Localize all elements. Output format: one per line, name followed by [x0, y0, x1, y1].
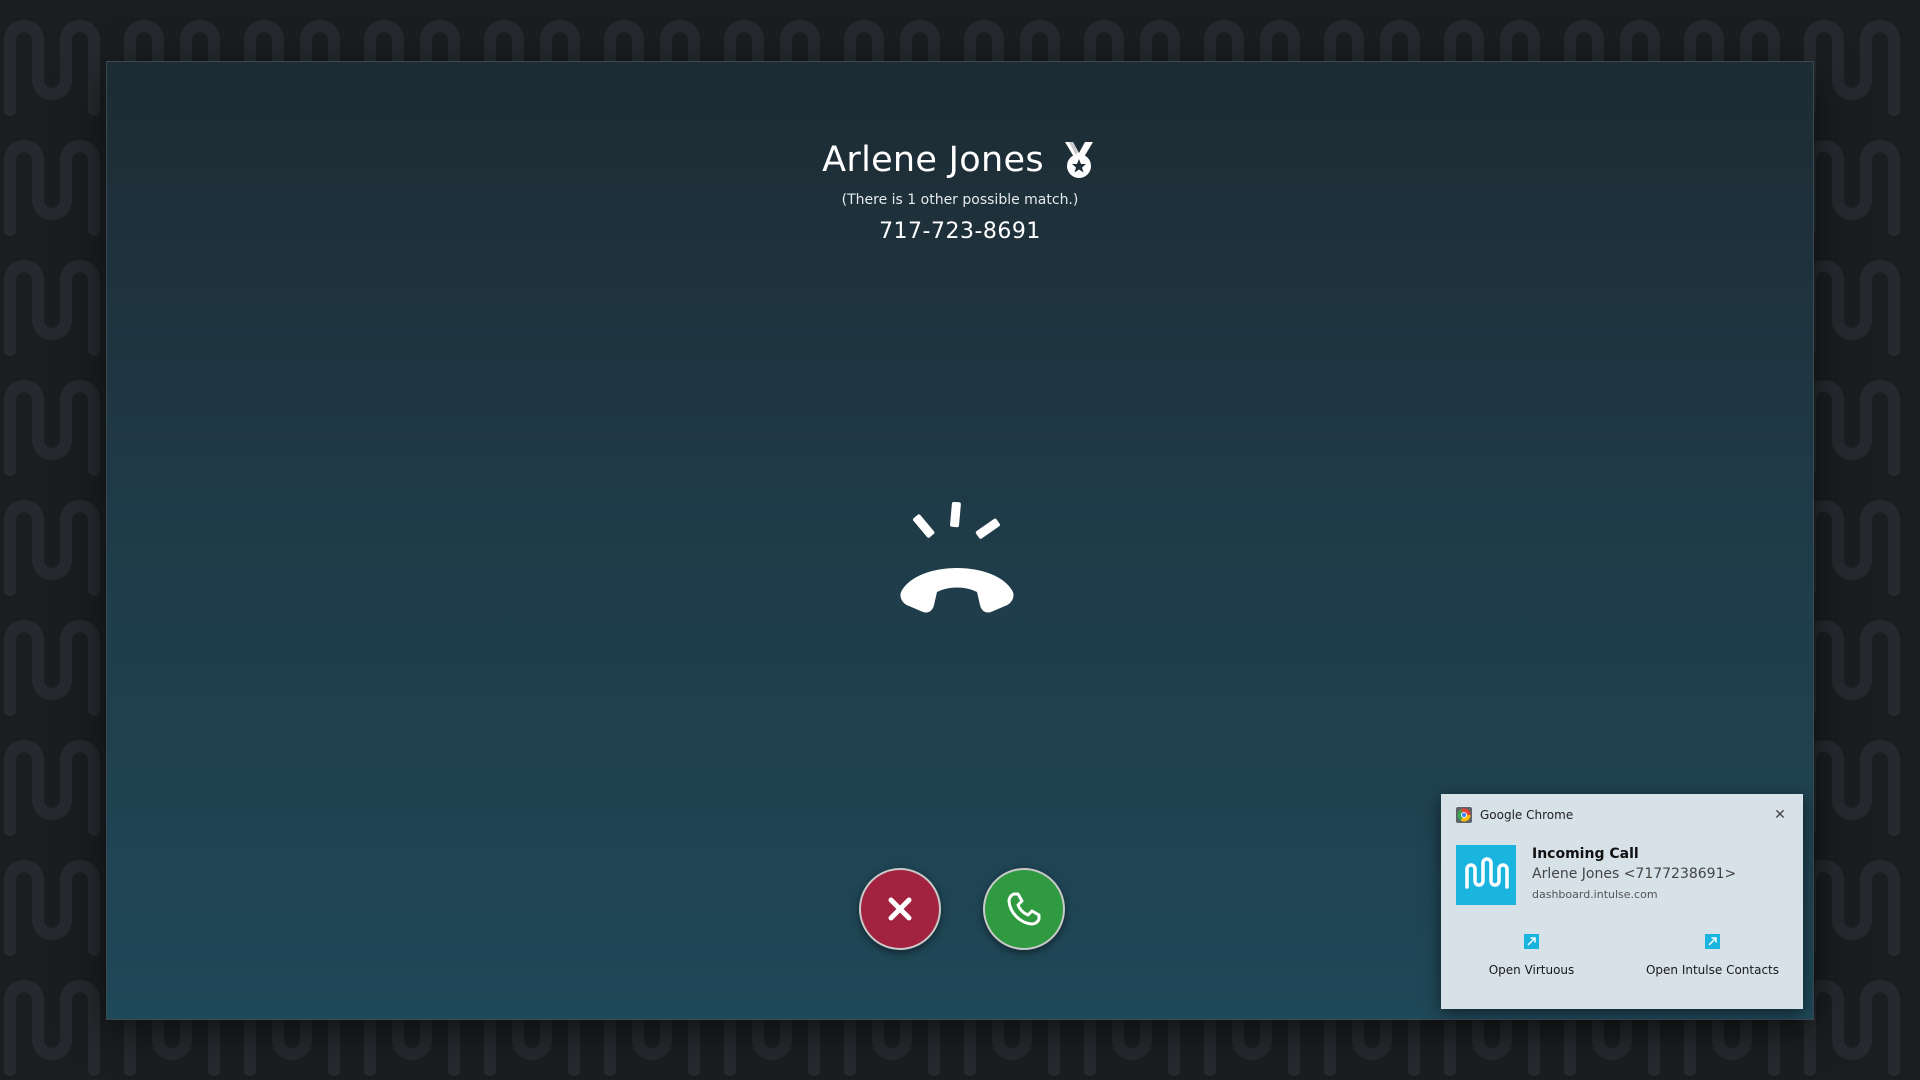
phone-icon	[1007, 892, 1041, 926]
toast-actions: Open Virtuous Open Intulse Contacts	[1441, 934, 1803, 977]
toast-close-button[interactable]: ✕	[1771, 806, 1789, 824]
caller-name-row: Arlene Jones	[822, 140, 1098, 180]
open-intulse-contacts-label: Open Intulse Contacts	[1645, 963, 1780, 977]
possible-match-note: (There is 1 other possible match.)	[841, 192, 1079, 208]
chrome-icon	[1456, 807, 1472, 823]
external-link-icon	[1524, 934, 1539, 949]
toast-subtitle: Arlene Jones <7177238691>	[1532, 866, 1737, 882]
toast-domain: dashboard.intulse.com	[1532, 888, 1658, 901]
toast-title: Incoming Call	[1532, 846, 1639, 862]
close-icon: ✕	[1774, 807, 1786, 823]
intulse-logo-icon	[1456, 845, 1516, 905]
medal-star-icon	[1064, 142, 1093, 178]
open-virtuous-button[interactable]: Open Virtuous	[1441, 934, 1622, 977]
toast-app-name: Google Chrome	[1480, 808, 1574, 822]
open-virtuous-label: Open Virtuous	[1488, 963, 1575, 977]
decline-call-button[interactable]	[859, 868, 941, 950]
caller-info: Arlene Jones (There is 1 other possible …	[107, 140, 1813, 244]
toast-header: Google Chrome	[1456, 807, 1573, 823]
chrome-notification-toast[interactable]: Google Chrome ✕ Incoming Call Arlene Jon…	[1441, 794, 1803, 1009]
ringing-phone-icon	[900, 502, 1014, 613]
caller-phone-number: 717-723-8691	[879, 219, 1041, 244]
close-icon	[888, 897, 912, 921]
answer-call-button[interactable]	[983, 868, 1065, 950]
caller-name: Arlene Jones	[822, 140, 1044, 180]
open-intulse-contacts-button[interactable]: Open Intulse Contacts	[1622, 934, 1803, 977]
external-link-icon	[1705, 934, 1720, 949]
toast-body: Incoming Call Arlene Jones <7177238691> …	[1532, 846, 1736, 901]
